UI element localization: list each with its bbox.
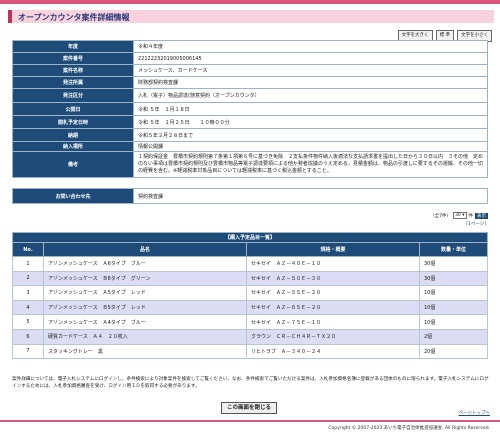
items-table: 【購入予定品目一覧】 No. 品名 規格・概要 数量・単位 1 アゾンメッシュケー… xyxy=(12,232,488,360)
column-header-spec: 規格・概要 xyxy=(246,242,420,257)
item-name: アゾンメッシュケース Ｂ5タイプ レッド xyxy=(43,299,247,316)
item-name: アゾンメッシュケース Ａ5タイプ レッド xyxy=(43,285,247,301)
detail-label: 年度 xyxy=(12,40,134,53)
item-name: アゾンメッシュケース Ａ4タイプ ブルー xyxy=(43,314,247,330)
detail-row: 備考 １契約保証金 豊橋市契約規則第７条第１項第６号に基づき免除 ２支払条件物件納… xyxy=(12,151,488,178)
table-row: 2 アゾンメッシュケース Ｂ6タイプ グリーン セキセイ ＡＺ－５０Ｅ－３０ 30個 xyxy=(12,270,488,287)
page-title: オープンカウンタ案件詳細情報 xyxy=(18,13,130,22)
copyright: Copyright © 2007-2023 あいち電子自治体推進協議会. All… xyxy=(328,426,490,431)
item-qty: 10個 xyxy=(419,314,488,330)
item-no: 4 xyxy=(12,299,44,316)
detail-row: 案件名称 メッシュケース、カードケース xyxy=(12,64,488,77)
detail-row: 開札予定日時 令和 ５年 １月２５日 １０時００分 xyxy=(12,115,488,129)
contact-label: お問い合わせ先 xyxy=(12,188,134,204)
contact-table: お問い合わせ先 契約検査課 xyxy=(12,188,488,204)
item-qty: 30個 xyxy=(419,256,488,272)
per-page-value: 30 xyxy=(455,213,461,218)
item-name: 硬質カードケース Ａ４ ２０枚入 xyxy=(43,328,247,345)
per-page-select[interactable]: 30 ▾ xyxy=(453,212,467,219)
detail-label: 発注区分 xyxy=(12,88,134,103)
detail-label: 公開日 xyxy=(12,102,134,116)
detail-label: 発注所属 xyxy=(12,76,134,89)
page-link[interactable]: [1ページ] xyxy=(466,221,486,227)
table-row: 3 アゾンメッシュケース Ａ5タイプ レッド セキセイ ＡＺ－５５Ｅ－２０ 10個 xyxy=(12,285,488,301)
detail-table: 年度 令和４年度 案件番号 22122232019005006145 案件名称 メッシ… xyxy=(12,40,488,178)
page-top-link[interactable]: ページトップへ xyxy=(459,410,490,416)
table-row: 7 スタッキングトレー 黒リヒトラブ Ａ－３４０－２４ 20個 xyxy=(12,343,488,360)
item-qty: 20個 xyxy=(419,343,488,360)
item-spec: セキセイ ＡＺ－６５Ｅ－２０ xyxy=(246,299,420,316)
detail-row: 納入場所 情報公開課 xyxy=(12,141,488,152)
item-spec: セキセイ ＡＺ－７５Ｅ－１０ xyxy=(246,314,420,330)
detail-label: 開札予定日時 xyxy=(12,115,134,129)
detail-value: 令和４年度 xyxy=(133,40,488,53)
detail-label: 納期 xyxy=(12,128,134,142)
item-spec: リヒトラブ Ａ－３４０－２４ xyxy=(246,343,420,360)
column-header-name: 品名 xyxy=(43,242,247,257)
detail-row: 公開日 令和 ５年 １月１８日 xyxy=(12,102,488,116)
item-name: スタッキングトレー 黒 xyxy=(43,343,247,360)
table-row: 6 硬質カードケース Ａ４ ２０枚入 クラウン ＣＲ－ＣＨ４Ｒ－ＴＸ２０ 2個 xyxy=(12,328,488,345)
notice-text: 案件詳細については、電子入札システムにログインし、条件検索により対象案件を検索し… xyxy=(12,377,489,389)
detail-value: 情報公開課 xyxy=(133,141,488,152)
detail-value: 財務部契約検査課 xyxy=(133,76,488,89)
detail-label: 備考 xyxy=(12,151,134,178)
item-no: 7 xyxy=(12,343,44,360)
page-title-bar: オープンカウンタ案件詳細情報 xyxy=(8,10,494,23)
detail-value: メッシュケース、カードケース xyxy=(133,64,488,77)
top-accent-bar xyxy=(0,0,500,4)
detail-row: 案件番号 22122232019005006145 xyxy=(12,52,488,65)
item-qty: 30個 xyxy=(419,270,488,287)
detail-value: 22122232019005006145 xyxy=(133,52,488,65)
detail-row: 発注所属 財務部契約検査課 xyxy=(12,76,488,89)
detail-value: １契約保証金 豊橋市契約規則第７条第１項第６号に基づき免除 ２支払条件物件納入後… xyxy=(133,151,488,178)
detail-value: 令和 ５年 １月２５日 １０時００分 xyxy=(133,115,488,129)
item-qty: 2個 xyxy=(419,328,488,345)
table-row: 1 アゾンメッシュケース Ａ6タイプ ブルー セキセイ ＡＺ－４０Ｅ－１０ 30個 xyxy=(12,256,488,272)
pager: （全7件） 30 ▾ 件 表示 xyxy=(430,212,488,219)
item-name: アゾンメッシュケース Ｂ6タイプ グリーン xyxy=(43,270,247,287)
detail-label: 案件番号 xyxy=(12,52,134,65)
item-no: 2 xyxy=(12,270,44,287)
table-row: 5 アゾンメッシュケース Ａ4タイプ ブルー セキセイ ＡＺ－７５Ｅ－１０ 10個 xyxy=(12,314,488,330)
close-window-button[interactable]: この画面を閉じる xyxy=(221,402,277,414)
item-no: 1 xyxy=(12,256,44,272)
display-button[interactable]: 表示 xyxy=(475,212,488,219)
column-header-qty: 数量・単位 xyxy=(419,242,488,257)
detail-value: 令和５年２月２８日まで xyxy=(133,128,488,142)
column-header-no: No. xyxy=(12,242,44,257)
item-qty: 10個 xyxy=(419,285,488,301)
table-row: 4 アゾンメッシュケース Ｂ5タイプ レッド セキセイ ＡＺ－６５Ｅ－２０ 10個 xyxy=(12,299,488,316)
item-qty: 10個 xyxy=(419,299,488,316)
item-spec: セキセイ ＡＺ－５５Ｅ－２０ xyxy=(246,285,420,301)
detail-label: 案件名称 xyxy=(12,64,134,77)
item-spec: クラウン ＣＲ－ＣＨ４Ｒ－ＴＸ２０ xyxy=(246,328,420,345)
item-no: 3 xyxy=(12,285,44,301)
item-spec: セキセイ ＡＺ－５０Ｅ－３０ xyxy=(246,270,420,287)
item-no: 5 xyxy=(12,314,44,330)
items-caption: 【購入予定品目一覧】 xyxy=(12,232,488,243)
item-spec: セキセイ ＡＺ－４０Ｅ－１０ xyxy=(246,256,420,272)
detail-row: 納期 令和５年２月２８日まで xyxy=(12,128,488,142)
detail-row: 年度 令和４年度 xyxy=(12,40,488,53)
total-count: （全7件） xyxy=(430,213,452,219)
footer-accent-line xyxy=(0,420,500,422)
detail-value: 令和 ５年 １月１８日 xyxy=(133,102,488,116)
item-no: 6 xyxy=(12,328,44,345)
item-name: アゾンメッシュケース Ａ6タイプ ブルー xyxy=(43,256,247,272)
per-page-unit: 件 xyxy=(468,213,474,219)
contact-row: お問い合わせ先 契約検査課 xyxy=(12,188,488,204)
contact-value: 契約検査課 xyxy=(133,188,488,204)
detail-row: 発注区分 入札（電子）物品調達(随意契約（オープンカウンタ） xyxy=(12,88,488,103)
detail-label: 納入場所 xyxy=(12,141,134,152)
detail-value: 入札（電子）物品調達(随意契約（オープンカウンタ） xyxy=(133,88,488,103)
